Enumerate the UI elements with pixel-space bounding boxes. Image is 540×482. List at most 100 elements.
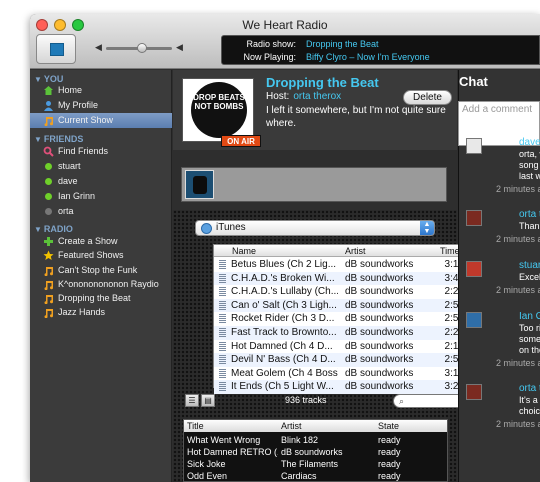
queue-row[interactable]: What Went Wrong Blink 182 ready [184, 434, 447, 446]
sidebar-item-jazz-hands[interactable]: Jazz Hands [30, 305, 172, 320]
chat-username[interactable]: Ian Grinn [519, 311, 540, 322]
user-avatar[interactable] [466, 138, 482, 154]
on-air-badge: ON AIR [221, 135, 261, 147]
track-name: Meat Golem (Ch 4 Boss) [231, 367, 338, 379]
user-avatar[interactable] [466, 312, 482, 328]
show-host: Host: orta therox [266, 91, 341, 102]
show-title: Dropping the Beat [266, 75, 379, 90]
volume-high-icon: ◀ [176, 42, 183, 52]
track-row[interactable]: Fast Track to Brownto... dB soundworks 2:2… [214, 326, 466, 340]
chat-username[interactable]: dave [519, 137, 540, 148]
queue-header: Title Artist State [184, 420, 447, 432]
track-row[interactable]: Devil N' Bass (Ch 4 D... dB soundworks 2:5… [214, 353, 466, 367]
person-icon [43, 100, 54, 111]
track-name: Betus Blues (Ch 2 Lig... [231, 259, 337, 270]
dropdown-arrows-icon: ▲ ▼ [420, 221, 434, 235]
delete-show-button[interactable]: Delete [403, 90, 452, 105]
sidebar-item-friend-dave[interactable]: dave [30, 174, 172, 189]
sidebar-item-dropping-the-beat[interactable]: Dropping the Beat [30, 291, 172, 306]
source-dropdown-value: iTunes [216, 222, 246, 233]
sidebar-item-my-profile[interactable]: My Profile [30, 98, 172, 113]
track-name: Can o' Salt (Ch 3 Ligh... [231, 299, 337, 311]
source-dropdown[interactable]: iTunes ▲ ▼ [195, 220, 435, 236]
volume-low-icon: ◀ [95, 42, 102, 52]
track-row[interactable]: Meat Golem (Ch 4 Boss) dB soundworks 3:16 [214, 367, 466, 381]
track-kind-icon [219, 260, 226, 269]
chat-username[interactable]: orta therox [519, 209, 540, 220]
chat-timestamp: 2 minutes ago [496, 234, 540, 244]
column-header-artist[interactable]: Artist [281, 420, 302, 432]
queue-row[interactable]: Odd Even Cardiacs ready [184, 470, 447, 482]
sidebar-item-current-show[interactable]: Current Show [30, 113, 172, 128]
track-label: Now Playing: [243, 52, 296, 62]
track-name: Hot Damned (Ch 4 D... [231, 340, 333, 352]
track-row[interactable]: C.H.A.D.'s Broken Wi... dB soundworks 3:46 [214, 271, 466, 286]
column-header-title[interactable]: Title [187, 420, 204, 432]
sidebar-item-kononon-raydio[interactable]: K^onononononon Raydio [30, 277, 172, 292]
home-icon [43, 85, 54, 96]
track-list[interactable]: Name Artist Time Betus Blues (Ch 2 Lig..… [213, 244, 478, 394]
track-row[interactable]: Betus Blues (Ch 2 Lig... dB soundworks 3:1… [214, 258, 466, 272]
show-queue-table[interactable]: Title Artist State What Went Wrong Blink … [183, 419, 448, 482]
queue-title: Sick Joke [187, 459, 226, 469]
column-header-artist[interactable]: Artist [345, 245, 366, 257]
user-avatar[interactable] [466, 261, 482, 277]
list-view-button[interactable]: ☰ [185, 394, 199, 407]
queue-artist: dB soundworks [281, 447, 343, 457]
music-note-icon [43, 307, 54, 319]
host-name-link[interactable]: orta therox [293, 91, 341, 102]
track-name: C.H.A.D.'s Broken Wi... [231, 272, 335, 284]
track-row[interactable]: Hot Damned (Ch 4 D... dB soundworks 2:16 [214, 340, 466, 354]
sidebar-item-friend-stuart[interactable]: stuart [30, 159, 172, 174]
column-header-state[interactable]: State [378, 420, 399, 432]
track-row[interactable]: Can o' Salt (Ch 3 Ligh... dB soundworks 2:… [214, 298, 466, 313]
chat-title: Chat [459, 74, 488, 89]
chat-timestamp: 2 minutes ago [496, 184, 540, 194]
track-name: Fast Track to Brownto... [231, 327, 337, 338]
sidebar-item-friend-orta[interactable]: orta [30, 204, 172, 219]
sidebar-item-create-show[interactable]: Create a Show [30, 234, 172, 249]
sidebar-item-find-friends[interactable]: Find Friends [30, 144, 172, 159]
queue-row[interactable]: Sick Joke The Filaments ready [184, 458, 447, 470]
chat-username[interactable]: orta therox [519, 383, 540, 394]
column-header-time[interactable]: Time [440, 245, 460, 257]
sidebar-item-friend-ian-grinn[interactable]: Ian Grinn [30, 189, 172, 204]
app-window: We Heart Radio ◀ ◀ Radio show: Dropping … [30, 14, 540, 482]
track-artist: dB soundworks [345, 381, 414, 393]
track-artist: dB soundworks [345, 354, 414, 366]
track-artist: dB soundworks [345, 313, 414, 325]
user-avatar[interactable] [466, 384, 482, 400]
queue-row[interactable]: Hot Damned RETRO (... dB soundworks ready [184, 446, 447, 458]
show-info-panel: DROP BEATS NOT BOMBS ON AIR Dropping the… [173, 70, 457, 150]
search-icon: ⌕ [399, 396, 405, 406]
sidebar-item-featured-shows[interactable]: Featured Shows [30, 248, 172, 263]
user-avatar[interactable] [466, 210, 482, 226]
music-note-icon [43, 115, 54, 127]
detail-view-button[interactable]: ▤ [201, 394, 215, 407]
track-row[interactable]: It Ends (Ch 5 Light W... dB soundworks 3:2… [214, 380, 466, 394]
itunes-icon [201, 223, 212, 234]
now-playing-display: Radio show: Dropping the Beat Now Playin… [221, 35, 540, 65]
online-status-icon [45, 178, 52, 185]
track-kind-icon [219, 382, 226, 392]
track-artist: dB soundworks [345, 367, 414, 379]
sidebar-item-cant-stop-the-funk[interactable]: Can't Stop the Funk [30, 263, 172, 278]
album-art-thumbnail[interactable] [185, 170, 214, 199]
chat-timestamp: 2 minutes ago [496, 358, 540, 368]
chat-username[interactable]: stuart [519, 260, 540, 271]
host-label: Host: [266, 91, 290, 102]
stop-button[interactable] [36, 34, 76, 64]
toolbar: We Heart Radio ◀ ◀ Radio show: Dropping … [30, 14, 540, 69]
disclosure-triangle-icon: ▼ [34, 135, 42, 144]
track-artist: dB soundworks [345, 340, 414, 352]
star-icon [43, 250, 54, 261]
volume-slider-knob[interactable] [137, 43, 147, 53]
track-row[interactable]: C.H.A.D.'s Lullaby (Ch... dB soundworks 2:… [214, 285, 466, 299]
queue-title: What Went Wrong [187, 435, 261, 445]
sidebar-item-home[interactable]: Home [30, 83, 172, 98]
column-header-name[interactable]: Name [232, 245, 256, 257]
track-row[interactable]: Rocket Rider (Ch 3 D... dB soundworks 2:50 [214, 312, 466, 326]
stop-icon [50, 43, 64, 56]
queue-state: ready [378, 471, 401, 481]
music-note-icon [43, 293, 54, 305]
